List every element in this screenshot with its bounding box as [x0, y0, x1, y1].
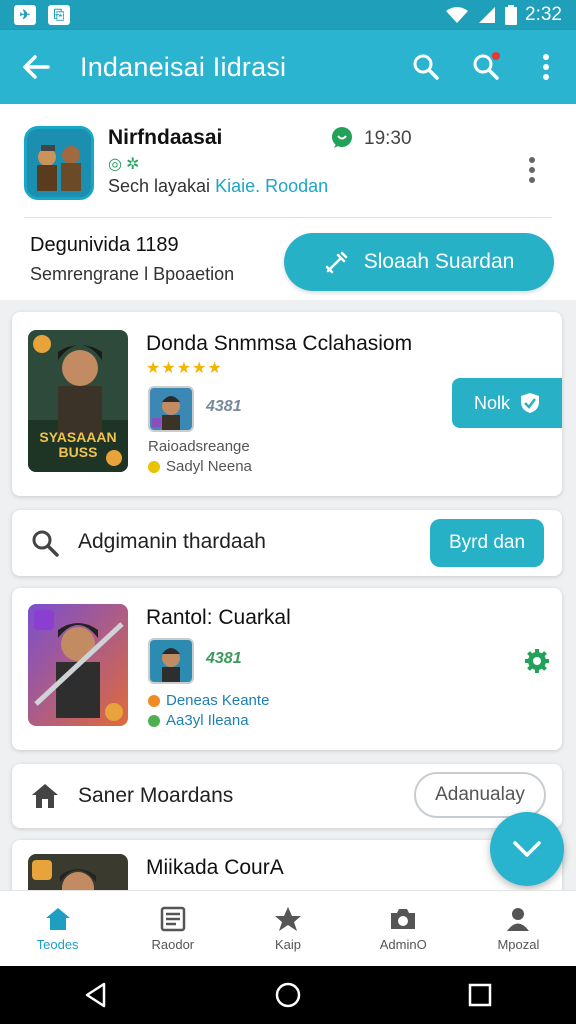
description-text: Sech layakai: [108, 176, 211, 196]
battery-icon: [505, 5, 518, 25]
game-title: Donda Snmmsa Cclahasiom: [146, 332, 413, 355]
meta-line: Aa3yl Ileana: [148, 712, 249, 729]
app-header-card: Nirfndaasai ◎ ✲ Sech layakai Kiaie. Rood…: [0, 104, 576, 300]
home-icon: [45, 907, 70, 930]
stat-value: 4381: [206, 398, 242, 415]
search-icon: [413, 54, 439, 80]
check-icon: [148, 714, 160, 727]
meta-line: Raioadsreange: [148, 438, 250, 455]
nav-item-profile[interactable]: Mpozal: [461, 891, 576, 966]
nav-label: Kaip: [274, 936, 302, 952]
check-icon: [148, 460, 160, 473]
side-action-button[interactable]: Nolk: [452, 378, 562, 428]
signal-icon: [479, 7, 496, 23]
game-art-icon: [27, 129, 91, 197]
nav-label: Teodes: [36, 936, 79, 952]
thumbnail-text: SYASAAAN BUSS: [39, 429, 117, 460]
app-notification-icon: ⎘: [48, 5, 70, 25]
stat-value: 4381: [206, 650, 242, 667]
header-time: 19:30: [364, 128, 412, 149]
sparkle-icon: ✲: [125, 156, 140, 173]
app-badges: ◎ ✲: [108, 154, 139, 174]
shield-check-icon: [521, 393, 539, 413]
notification-badge: [490, 50, 502, 62]
tools-icon: [325, 251, 347, 274]
bottom-nav: Teodes Raodor Kaip AdminO Mpozal: [0, 890, 576, 966]
notification-icon: ✈: [14, 5, 36, 25]
wifi-icon: [446, 7, 469, 23]
game-thumbnail: [28, 854, 128, 890]
game-thumbnail: SYASAAAN BUSS: [28, 330, 128, 472]
home-icon: [32, 784, 58, 808]
content: Nirfndaasai ◎ ✲ Sech layakai Kiaie. Rood…: [0, 104, 576, 890]
meta-text: Deneas Keante: [166, 692, 270, 709]
nav-label: Raodor: [151, 936, 195, 952]
game-card[interactable]: SYASAAAN BUSS Donda Snmmsa Cclahasiom ★★…: [12, 312, 562, 496]
screen: ✈ ⎘ 2:32 Indaneisai Iidrasi Nirfndaasai …: [0, 0, 576, 1024]
app-icon[interactable]: [24, 126, 94, 200]
search-icon: [32, 530, 59, 557]
meta-line: Deneas Keante: [148, 692, 269, 709]
gear-icon[interactable]: [524, 648, 550, 674]
search-button[interactable]: [396, 30, 456, 104]
description-link[interactable]: Kiaie. Roodan: [215, 176, 328, 196]
stat-title: Degunivida 1189: [30, 234, 179, 256]
meta-line: Sadyl Neena: [148, 458, 252, 475]
row-title: Saner Moardans: [78, 784, 234, 807]
nav-item-home[interactable]: Teodes: [0, 891, 115, 966]
status-dot-icon: [148, 694, 160, 707]
rating-stars: ★★★★★: [146, 360, 223, 377]
news-icon: [160, 906, 186, 931]
row-action-button[interactable]: Byrd dan: [430, 519, 544, 567]
system-nav-bar: [0, 966, 576, 1024]
meta-text: Aa3yl Ileana: [166, 712, 249, 729]
nav-label: AdminO: [379, 936, 427, 952]
header-more-button[interactable]: [528, 156, 536, 189]
back-button[interactable]: [0, 30, 72, 104]
page-title: Indaneisai Iidrasi: [80, 51, 287, 82]
game-title: Rantol: Cuarkal: [146, 606, 291, 629]
game-thumbnail: [28, 604, 128, 726]
app-bar: Indaneisai Iidrasi: [0, 30, 576, 104]
meta-text: Sadyl Neena: [166, 458, 252, 475]
overflow-menu-button[interactable]: [516, 30, 576, 104]
nav-item-reader[interactable]: Raodor: [115, 891, 230, 966]
nav-item-map[interactable]: Kaip: [230, 891, 345, 966]
chat-icon: [330, 126, 354, 155]
person-icon: [507, 907, 530, 931]
nav-item-admin[interactable]: AdminO: [346, 891, 461, 966]
game-card[interactable]: Rantol: Cuarkal 4381 Deneas Keante Aa3yl…: [12, 588, 562, 750]
more-vert-icon: [529, 157, 535, 183]
pin-icon: [275, 906, 301, 931]
app-description: Sech layakai Kiaie. Roodan: [108, 176, 328, 197]
game-title: Miikada CourA: [146, 856, 284, 879]
avatar: [148, 386, 194, 432]
chevron-down-icon: [513, 841, 541, 857]
divider: [24, 217, 552, 218]
home-row[interactable]: Saner Moardans Adanualay: [12, 764, 562, 828]
search-notifications-button[interactable]: [456, 30, 516, 104]
game-card[interactable]: Miikada CourA: [12, 840, 562, 890]
row-title: Adgimanin thardaah: [78, 530, 266, 553]
expand-fab[interactable]: [490, 812, 564, 886]
nav-label: Mpozal: [497, 936, 540, 952]
side-action-label: Nolk: [473, 392, 510, 413]
app-name: Nirfndaasai: [108, 126, 223, 149]
arrow-back-icon: [23, 55, 50, 79]
stat-subtitle: Semrengrane l Bpoaetion: [30, 264, 235, 284]
meta-text: Raioadsreange: [148, 438, 250, 455]
primary-action-button[interactable]: Sloaah Suardan: [284, 233, 554, 291]
more-vert-icon: [543, 54, 549, 80]
verified-icon: ◎: [108, 156, 122, 173]
search-row[interactable]: Adgimanin thardaah Byrd dan: [12, 510, 562, 576]
camera-icon: [391, 908, 416, 929]
status-time: 2:32: [525, 4, 562, 25]
primary-action-label: Sloaah Suardan: [363, 250, 515, 273]
home-circle-icon[interactable]: [275, 982, 301, 1008]
status-bar: ✈ ⎘ 2:32: [0, 0, 576, 30]
avatar: [148, 638, 194, 684]
back-triangle-icon[interactable]: [84, 982, 108, 1008]
recents-square-icon[interactable]: [468, 983, 492, 1007]
